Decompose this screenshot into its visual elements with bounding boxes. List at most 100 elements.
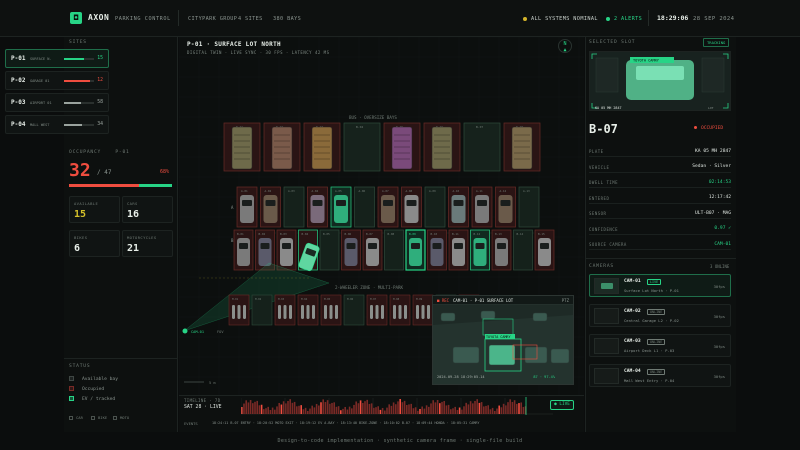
bike-vehicle: [381, 305, 384, 319]
camera-item-cam-03[interactable]: CAM-03 ONLINE Airport Deck L1 · P-03 30fps: [589, 334, 731, 357]
parking-bay[interactable]: [283, 186, 305, 228]
timeline-bar: [263, 409, 265, 414]
state-dot-icon: [694, 126, 697, 129]
bus-vehicle: [511, 126, 533, 170]
bike-vehicle: [237, 305, 241, 319]
timeline-bar: [487, 405, 489, 414]
bay-label: B-03: [280, 232, 287, 236]
timeline-bar: [474, 401, 476, 414]
car-vehicle: [473, 238, 487, 266]
bike-vehicle: [398, 305, 402, 319]
bike-vehicle: [329, 305, 333, 319]
map-subtitle: DIGITAL TWIN · LIVE SYNC · 30 FPS · LATE…: [187, 50, 330, 55]
timeline-bar: [375, 407, 377, 414]
bay-label: B-08: [388, 232, 395, 236]
camera-name: Mall West Entry · P-04: [624, 377, 675, 383]
site-item-p-03[interactable]: P-03 AIRPORT 01 58: [5, 93, 109, 112]
bay-label: B-05: [323, 232, 330, 236]
timeline-bar: [252, 403, 254, 414]
alerts-indicator[interactable]: 2 ALERTS: [606, 13, 642, 25]
camera-feed: TOYOTA CAMRY: [433, 305, 573, 384]
brand-subtitle: PARKING CONTROL: [115, 16, 171, 22]
timeline-bar: [434, 402, 437, 414]
timeline-bar: [293, 401, 296, 414]
tracking-badge[interactable]: TRACKING: [703, 38, 730, 47]
bus-vehicle: [391, 126, 413, 170]
bus-bay[interactable]: [343, 122, 381, 172]
camera-fps: 30fps: [713, 314, 725, 319]
bay-label: A-03: [288, 189, 295, 193]
occupied-count: 32: [69, 160, 91, 181]
toggle-car[interactable]: CAR: [69, 415, 83, 420]
bay-label: A-11: [476, 189, 483, 193]
camera-name: Airport Deck L1 · P-03: [624, 347, 675, 353]
timeline-bar: [241, 407, 243, 414]
bay-label: M-01: [232, 297, 239, 301]
bay-label: A-12: [500, 189, 507, 193]
site-item-p-02[interactable]: P-02 GARAGE 01 12: [5, 71, 109, 90]
car-window: [239, 243, 248, 249]
timeline-bar: [454, 406, 456, 414]
bike-vehicle: [421, 305, 425, 319]
camera-item-cam-01[interactable]: CAM-01 LIVE Surface Lot North · P-01 30fps: [589, 274, 731, 297]
status-title: STATUS: [69, 364, 91, 369]
car-vehicle: [237, 238, 250, 266]
bay-label: B-02: [259, 232, 266, 236]
parking-bay[interactable]: [354, 186, 375, 228]
timeline-bar: [267, 406, 269, 414]
timeline-bar: [377, 406, 379, 414]
camera-overlay[interactable]: ■ REC CAM-01 · P-01 SURFACE LOT PTZ TOYO…: [432, 295, 574, 385]
car-vehicle: [334, 195, 348, 223]
timeline-bar: [423, 408, 426, 414]
timeline-bar: [505, 405, 507, 414]
parking-bay[interactable]: [424, 186, 446, 228]
legend-swatch: [69, 396, 74, 401]
timeline-label: TIMELINE · 7D: [184, 398, 221, 403]
bay-label: A-13: [523, 189, 530, 193]
live-button[interactable]: ● LIVE: [550, 400, 574, 410]
field-value: KA 05 MH 2847: [695, 148, 731, 154]
car-vehicle: [404, 195, 419, 223]
car-vehicle: [240, 195, 254, 223]
timeline-bar: [518, 403, 520, 414]
bus-vehicle: [271, 126, 293, 170]
bus-bay[interactable]: [463, 122, 501, 172]
timeline-bar: [502, 403, 505, 414]
bay-label: B-15: [538, 232, 545, 236]
camera-item-cam-02[interactable]: CAM-02 ONLINE Central Garage L2 · P-02 30fp…: [589, 304, 731, 327]
site-count: 12: [97, 78, 103, 83]
site-item-p-04[interactable]: P-04 MALL WEST 34: [5, 115, 109, 134]
camera-id: CAM-04: [624, 369, 641, 374]
timeline-histogram[interactable]: [241, 397, 553, 415]
compass-icon[interactable]: N ▲: [558, 39, 572, 53]
car-vehicle: [344, 238, 358, 266]
bay-label: B-04: [356, 125, 363, 129]
car-vehicle: [498, 195, 513, 223]
bike-vehicle: [243, 305, 246, 319]
toggle-bike[interactable]: BIKE: [91, 415, 107, 420]
timeline-bar: [366, 399, 368, 414]
bay-label: B-12: [474, 232, 481, 236]
parking-bay[interactable]: [384, 229, 404, 271]
parking-bay[interactable]: [513, 229, 533, 271]
field-value: ULT-B07 · MAG: [695, 210, 731, 216]
camera-item-cam-04[interactable]: CAM-04 ONLINE Mall West Entry · P-04 30fps: [589, 364, 731, 387]
car-vehicle: [430, 238, 444, 266]
camera-marker-icon[interactable]: [182, 328, 188, 334]
field-value: 0.97 ✓: [714, 226, 731, 231]
detect-tag: TOYOTA CAMRY: [486, 335, 511, 339]
site-item-p-01[interactable]: P-01 SURFACE N. 15: [5, 49, 109, 68]
bus-vehicle: [431, 126, 453, 170]
timeline-bar: [249, 400, 252, 414]
legend-item: Available bay: [69, 376, 118, 382]
parking-bay[interactable]: [518, 186, 540, 228]
site-fill: [64, 58, 85, 60]
timeline-panel[interactable]: TIMELINE · 7D SAT 28 · LIVE EVENTS 18:24…: [179, 395, 584, 432]
timeline-bar: [291, 402, 294, 414]
timeline-bar: [348, 406, 351, 414]
bus-zone-label: BUS · OVERSIZE BAYS: [349, 115, 397, 120]
timeline-bar: [280, 404, 283, 414]
toggle-moto[interactable]: MOTO: [113, 415, 129, 420]
parking-bay[interactable]: [319, 229, 340, 271]
timeline-bar: [309, 408, 311, 414]
